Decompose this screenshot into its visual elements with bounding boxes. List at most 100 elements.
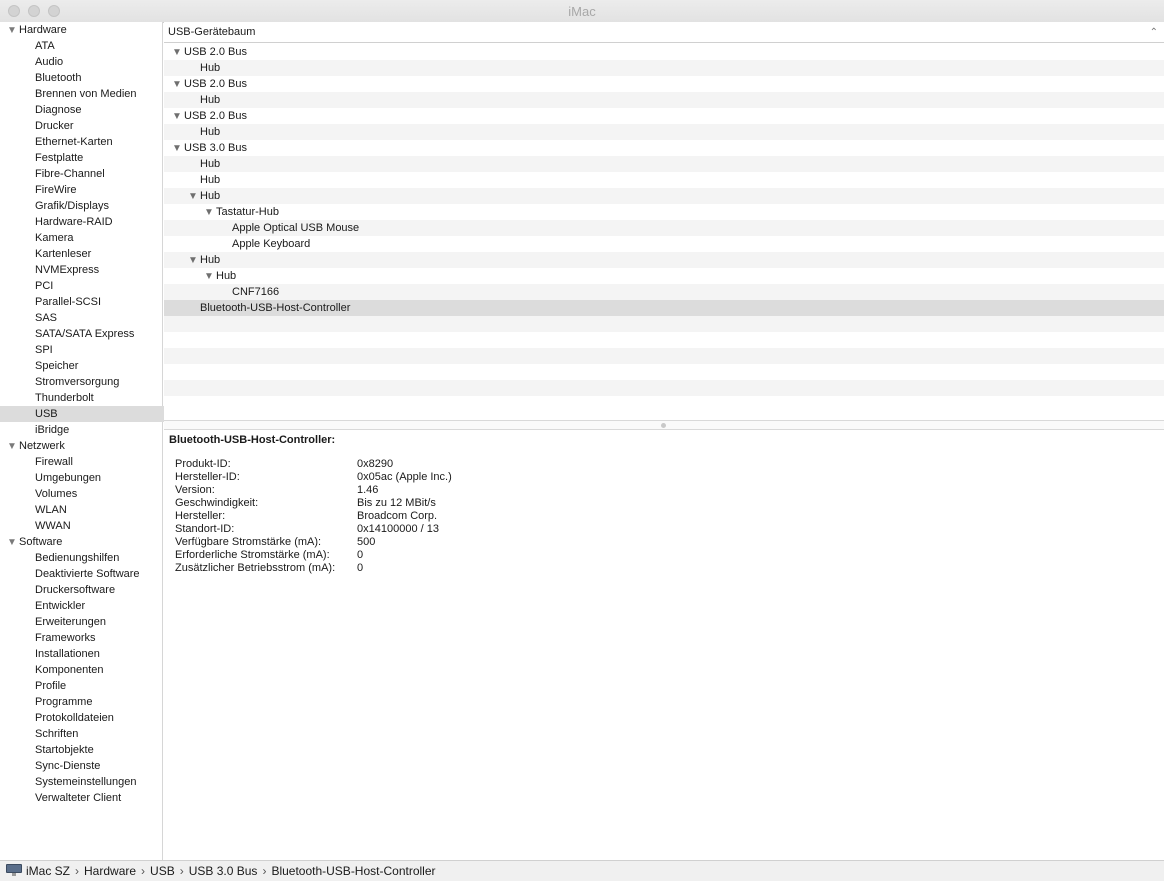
sidebar-item-label: Profile [35,680,67,692]
sidebar-item-label: Fibre-Channel [35,168,105,180]
tree-row[interactable]: Apple Optical USB Mouse [164,220,1164,236]
tree-row-label: USB 2.0 Bus [184,78,247,90]
tree-row[interactable]: ▼ Hub [164,268,1164,284]
detail-property: Version: 1.46 [175,484,378,497]
details-title: Bluetooth-USB-Host-Controller: [169,434,336,446]
breadcrumb-item[interactable]: Bluetooth-USB-Host-Controller [271,864,435,878]
sidebar-item-label: Programme [35,696,93,708]
tree-row[interactable]: Hub [164,156,1164,172]
tree-row-label: CNF7166 [232,286,280,298]
detail-property: Hersteller: Broadcom Corp. [175,510,437,523]
disclosure-triangle-icon[interactable]: ▼ [204,269,216,285]
detail-property: Geschwindigkeit: Bis zu 12 MBit/s [175,497,436,510]
sidebar-item-label: Komponenten [35,664,104,676]
disclosure-triangle-icon[interactable]: ▼ [172,45,184,61]
tree-row-label: USB 3.0 Bus [184,142,247,154]
tree-row[interactable]: CNF7166 [164,284,1164,300]
detail-key: Verfügbare Stromstärke (mA): [175,536,322,548]
tree-row[interactable]: Hub [164,60,1164,76]
detail-key: Zusätzlicher Betriebsstrom (mA): [175,562,336,574]
detail-key: Hersteller: [175,510,226,522]
tree-row[interactable]: Bluetooth-USB-Host-Controller [164,300,1164,316]
sidebar-item-label: Thunderbolt [35,392,94,404]
sidebar-item-label: ATA [35,40,55,52]
sidebar-group-hardware[interactable]: ▼ Hardware [0,22,170,38]
sidebar-item-label: PCI [35,280,54,292]
sidebar-item-label: Deaktivierte Software [35,568,140,580]
sidebar-item-label: Hardware-RAID [35,216,113,228]
disclosure-triangle-icon[interactable]: ▼ [188,189,200,205]
sidebar-item-label: iBridge [35,424,70,436]
sidebar-group-software[interactable]: ▼ Software [0,534,170,550]
disclosure-triangle-icon[interactable]: ▼ [172,109,184,125]
detail-property: Zusätzlicher Betriebsstrom (mA): 0 [175,562,363,575]
breadcrumb-separator: › [75,864,80,878]
detail-key: Geschwindigkeit: [175,497,259,509]
breadcrumb-separator: › [262,864,267,878]
sidebar-item-label: Sync-Dienste [35,760,101,772]
detail-value: Bis zu 12 MBit/s [357,497,436,509]
tree-row[interactable]: ▼ USB 3.0 Bus [164,140,1164,156]
sidebar-item-label: Entwickler [35,600,86,612]
sidebar-item-label: SPI [35,344,53,356]
tree-row[interactable]: ▼ USB 2.0 Bus [164,108,1164,124]
sidebar-item-label: Volumes [35,488,78,500]
disclosure-triangle-icon[interactable]: ▼ [172,141,184,157]
sidebar-item-label: Ethernet-Karten [35,136,113,148]
detail-value: Broadcom Corp. [357,510,438,522]
breadcrumb-item[interactable]: USB 3.0 Bus [189,864,258,878]
sidebar-item-label: NVMExpress [35,264,100,276]
tree-row-empty [164,332,1164,348]
detail-property: Standort-ID: 0x14100000 / 13 [175,523,439,536]
tree-row-label: Tastatur-Hub [216,206,279,218]
tree-row[interactable]: Hub [164,92,1164,108]
disclosure-triangle-icon[interactable]: ▼ [188,253,200,269]
tree-row-label: Hub [200,62,221,74]
path-bar: iMac SZ › Hardware › USB › USB 3.0 Bus › Bluetoo… [0,860,1164,881]
tree-row[interactable]: ▼ USB 2.0 Bus [164,44,1164,60]
detail-key: Erforderliche Stromstärke (mA): [175,549,330,561]
divider-handle-icon [661,423,666,428]
disclosure-triangle-icon[interactable]: ▼ [172,77,184,93]
breadcrumb-item[interactable]: Hardware [84,864,136,878]
tree-row[interactable]: Hub [164,124,1164,140]
sidebar-item-label: Festplatte [35,152,84,164]
sidebar-item-label: Stromversorgung [35,376,120,388]
sidebar-item-label: Startobjekte [35,744,94,756]
tree-row[interactable]: ▼ USB 2.0 Bus [164,76,1164,92]
sidebar-item-label: FireWire [35,184,77,196]
breadcrumb-item[interactable]: iMac SZ [26,864,70,878]
sidebar-item-label: Systemeinstellungen [35,776,137,788]
sidebar-item-label: Frameworks [35,632,96,644]
tree-row[interactable]: Apple Keyboard [164,236,1164,252]
disclosure-triangle-icon[interactable]: ▼ [204,205,216,221]
breadcrumb-item[interactable]: USB [150,864,175,878]
tree-row-empty [164,348,1164,364]
tree-row-label: Hub [200,190,221,202]
detail-key: Standort-ID: [175,523,235,535]
breadcrumb-separator: › [141,864,146,878]
detail-value: 0 [357,562,364,574]
tree-row[interactable]: ▼ Tastatur-Hub [164,204,1164,220]
sidebar-item-label: Firewall [35,456,73,468]
sidebar-group-netzwerk[interactable]: ▼ Netzwerk [0,438,170,454]
detail-key: Produkt-ID: [175,458,231,470]
tree-row[interactable]: Hub [164,172,1164,188]
disclosure-triangle-icon[interactable]: ▼ [7,23,19,39]
sidebar-item-label: Umgebungen [35,472,102,484]
disclosure-triangle-icon[interactable]: ▼ [7,535,19,551]
split-view-divider[interactable] [164,420,1164,430]
tree-row-label: Hub [200,254,221,266]
tree-row[interactable]: ▼ Hub [164,188,1164,204]
detail-property: Produkt-ID: 0x8290 [175,458,393,471]
tree-row[interactable]: ▼ Hub [164,252,1164,268]
tree-row-empty [164,316,1164,332]
sidebar-item-label: Kamera [35,232,74,244]
tree-column-header[interactable]: USB-Gerätebaum ⌃ [164,22,1164,43]
sidebar-item-label: Diagnose [35,104,82,116]
detail-property: Verfügbare Stromstärke (mA): 500 [175,536,375,549]
sidebar-item-label: SATA/SATA Express [35,328,135,340]
tree-row-label: Apple Optical USB Mouse [232,222,360,234]
disclosure-triangle-icon[interactable]: ▼ [7,439,19,455]
detail-property: Erforderliche Stromstärke (mA): 0 [175,549,363,562]
